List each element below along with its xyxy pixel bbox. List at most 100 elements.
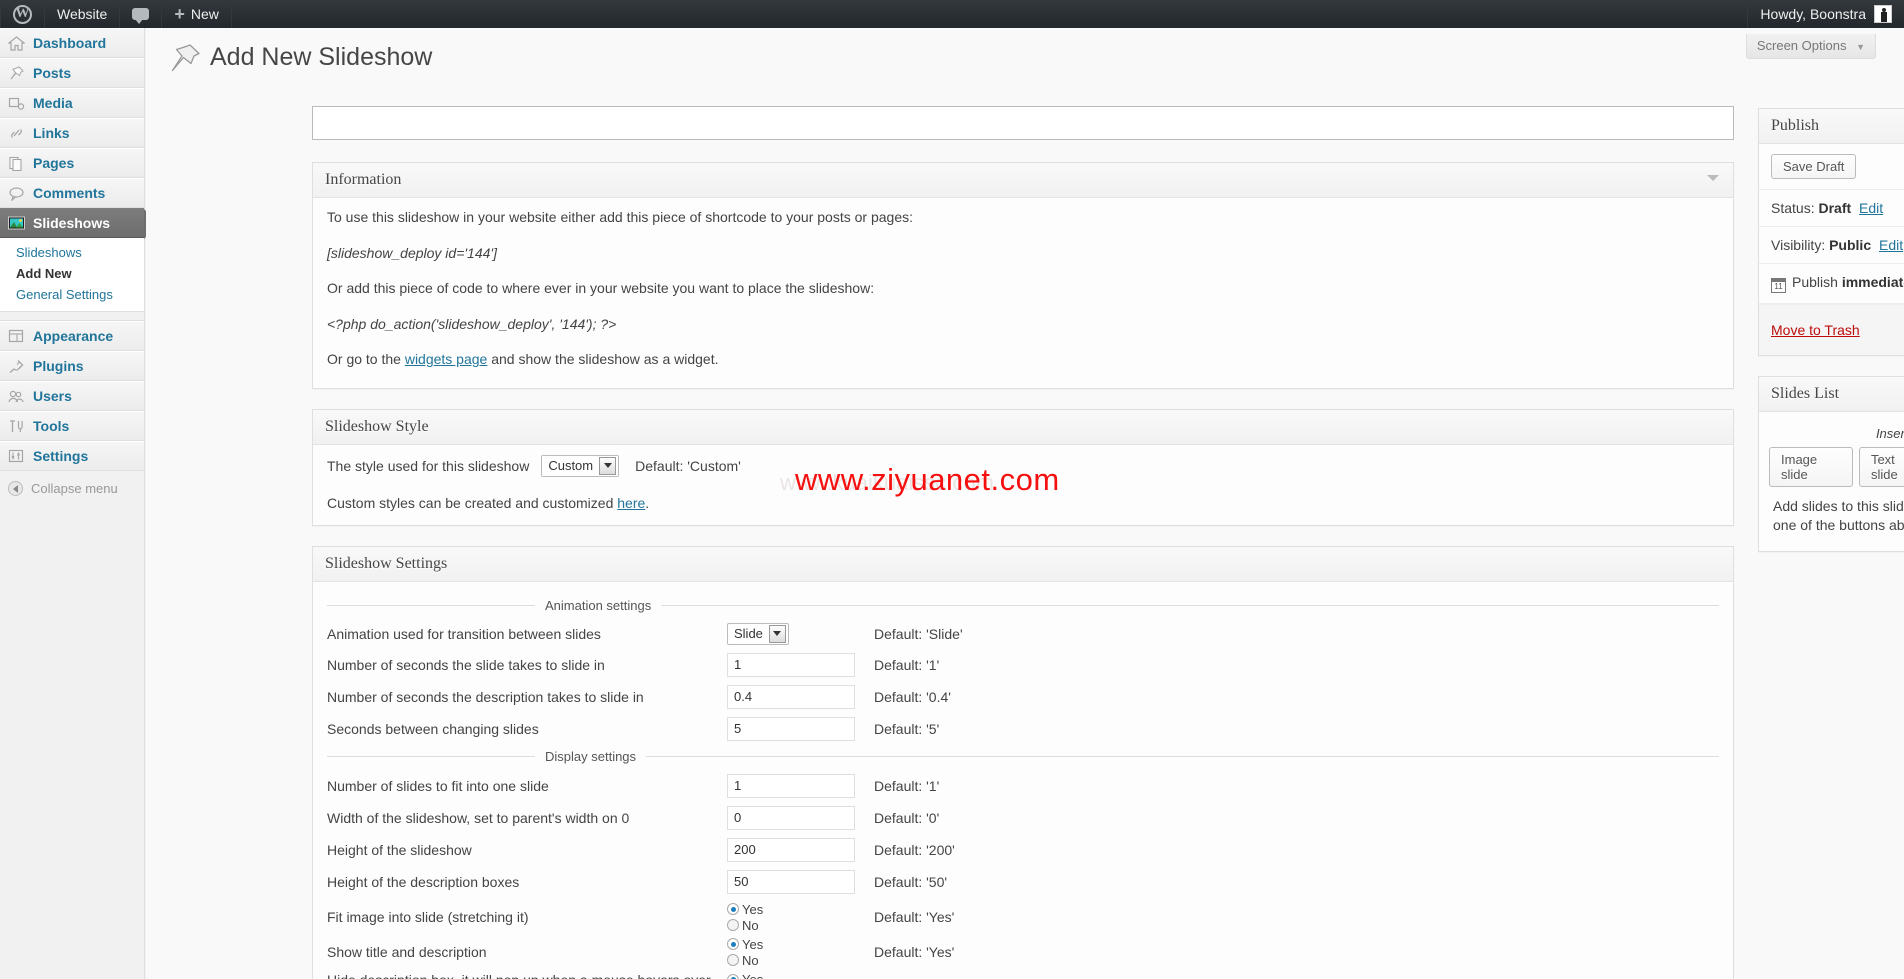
sidebar-item-tools[interactable]: Tools: [0, 411, 144, 441]
radio-option-yes[interactable]: Yes: [727, 972, 862, 979]
divider-right: [646, 755, 1719, 757]
sidebar-item-label: Appearance: [33, 328, 114, 344]
setting-label: Fit image into slide (stretching it): [327, 909, 529, 926]
my-account-menu[interactable]: Howdy, Boonstra: [1747, 0, 1904, 28]
image-slide-button[interactable]: Image slide: [1769, 447, 1853, 487]
setting-row: Number of slides to fit into one slide De…: [327, 773, 1719, 798]
sidebar-item-plugins[interactable]: Plugins: [0, 351, 144, 381]
radio-option-label: No: [742, 952, 759, 968]
setting-control-text: [727, 805, 862, 830]
setting-control-text: [727, 716, 862, 741]
status-row: Status: Draft Edit: [1759, 190, 1904, 227]
slideshow-style-header[interactable]: Slideshow Style: [313, 409, 1733, 445]
sidebar-item-media[interactable]: Media: [0, 88, 144, 118]
setting-label: Number of seconds the slide takes to sli…: [327, 656, 605, 673]
radio-group: YesNo: [727, 937, 862, 968]
radio-option-yes[interactable]: Yes: [727, 937, 862, 952]
setting-label: Animation used for transition between sl…: [327, 625, 601, 642]
visibility-row: Visibility: Public Edit: [1759, 227, 1904, 264]
text-slide-button[interactable]: Text slide: [1858, 447, 1904, 487]
radio-button-icon[interactable]: [727, 903, 739, 916]
slideshow-settings-header[interactable]: Slideshow Settings: [313, 546, 1733, 582]
sidebar-item-pages[interactable]: Pages: [0, 148, 144, 178]
sidebar-item-label: Pages: [33, 155, 75, 171]
users-people-icon: [8, 389, 25, 404]
divider-right: [661, 604, 1719, 606]
custom-style-here-link[interactable]: here: [617, 495, 645, 511]
widgets-page-link[interactable]: widgets page: [405, 351, 488, 367]
setting-default-text: Default: '50': [874, 873, 948, 890]
sidebar-item-appearance[interactable]: Appearance: [0, 321, 144, 351]
appearance-layout-icon: [8, 329, 25, 344]
setting-text-input[interactable]: [727, 716, 855, 741]
sidebar-item-users[interactable]: Users: [0, 381, 144, 411]
sidebar-item-comments[interactable]: Comments: [0, 178, 144, 208]
sidebar-item-label: Media: [33, 95, 73, 111]
setting-control-radio: YesNo: [727, 902, 862, 933]
radio-option-yes[interactable]: Yes: [727, 902, 862, 917]
slideshows-submenu: Slideshows Add New General Settings: [0, 238, 144, 312]
screen-options-tab[interactable]: Screen Options ▼: [1745, 34, 1876, 59]
style-select[interactable]: Custom: [541, 454, 620, 477]
status-label: Status:: [1771, 200, 1819, 216]
schedule-label: Publish: [1792, 274, 1842, 290]
collapse-menu-label: Collapse menu: [31, 480, 118, 496]
publish-panel-header[interactable]: Publish: [1759, 109, 1904, 144]
setting-text-input[interactable]: [727, 773, 855, 798]
setting-default-text: Default: '5': [874, 720, 940, 737]
visibility-label: Visibility:: [1771, 237, 1830, 253]
settings-group-title: Display settings: [327, 749, 1719, 764]
animation-select[interactable]: Slide: [727, 622, 789, 645]
chevron-down-icon[interactable]: [1707, 175, 1719, 181]
slides-list-panel: Slides List Insert: Image slide Text sli…: [1758, 376, 1904, 552]
publish-body: Save Draft Status: Draft Edit Visibility…: [1759, 144, 1904, 355]
save-draft-row: Save Draft: [1759, 144, 1904, 190]
settings-group-label: Display settings: [545, 748, 637, 764]
sidebar-item-dashboard[interactable]: Dashboard: [0, 28, 144, 58]
radio-button-icon[interactable]: [727, 919, 739, 932]
setting-default-text: Default: 'Yes': [874, 909, 955, 926]
sidebar-item-links[interactable]: Links: [0, 118, 144, 148]
submenu-item-add-new[interactable]: Add New: [0, 263, 144, 284]
radio-button-icon[interactable]: [727, 954, 739, 967]
setting-control-radio: YesNo: [727, 972, 862, 979]
setting-text-input[interactable]: [727, 652, 855, 677]
collapse-menu-button[interactable]: Collapse menu: [0, 473, 144, 503]
radio-option-no[interactable]: No: [727, 918, 862, 933]
submenu-item-label: General Settings: [16, 287, 113, 302]
slides-list-header[interactable]: Slides List: [1759, 377, 1904, 412]
radio-option-no[interactable]: No: [727, 953, 862, 968]
save-draft-button[interactable]: Save Draft: [1771, 154, 1857, 179]
setting-control-text: [727, 837, 862, 862]
information-panel-header[interactable]: Information: [313, 163, 1733, 198]
wordpress-logo-icon: W: [13, 4, 32, 24]
slideshow-title-input[interactable]: [312, 106, 1734, 140]
sidebar-item-slideshows[interactable]: Slideshows: [0, 208, 158, 239]
move-to-trash-link[interactable]: Move to Trash: [1771, 322, 1860, 338]
site-name-menu[interactable]: Website: [45, 0, 121, 28]
radio-button-icon[interactable]: [727, 938, 739, 951]
setting-text-input[interactable]: [727, 805, 855, 830]
new-content-menu[interactable]: + New: [162, 0, 232, 28]
publish-heading: Publish: [1771, 117, 1820, 134]
visibility-edit-link[interactable]: Edit: [1879, 237, 1903, 253]
admin-bar: W Website + New Howdy, Boonstra: [0, 0, 1904, 28]
submenu-item-general-settings[interactable]: General Settings: [0, 284, 144, 305]
setting-text-input[interactable]: [727, 869, 855, 894]
setting-default-text: Default: '200': [874, 841, 955, 858]
wp-logo-menu[interactable]: W: [0, 0, 45, 28]
custom-note-before: Custom styles can be created and customi…: [327, 494, 618, 511]
status-edit-link[interactable]: Edit: [1859, 200, 1883, 216]
setting-text-input[interactable]: [727, 837, 855, 862]
setting-default-text: Default: 'Slide': [874, 625, 963, 642]
submenu-item-slideshows[interactable]: Slideshows: [0, 242, 144, 263]
custom-note-after: .: [645, 494, 650, 511]
setting-text-input[interactable]: [727, 684, 855, 709]
setting-label: Number of slides to fit into one slide: [327, 777, 549, 794]
collapse-arrow-icon: [8, 480, 23, 496]
comments-menu[interactable]: [120, 0, 163, 28]
sidebar-item-posts[interactable]: Posts: [0, 58, 144, 88]
link-chain-icon: [8, 126, 25, 141]
sidebar-item-settings[interactable]: Settings: [0, 441, 144, 471]
radio-button-icon[interactable]: [727, 973, 739, 979]
